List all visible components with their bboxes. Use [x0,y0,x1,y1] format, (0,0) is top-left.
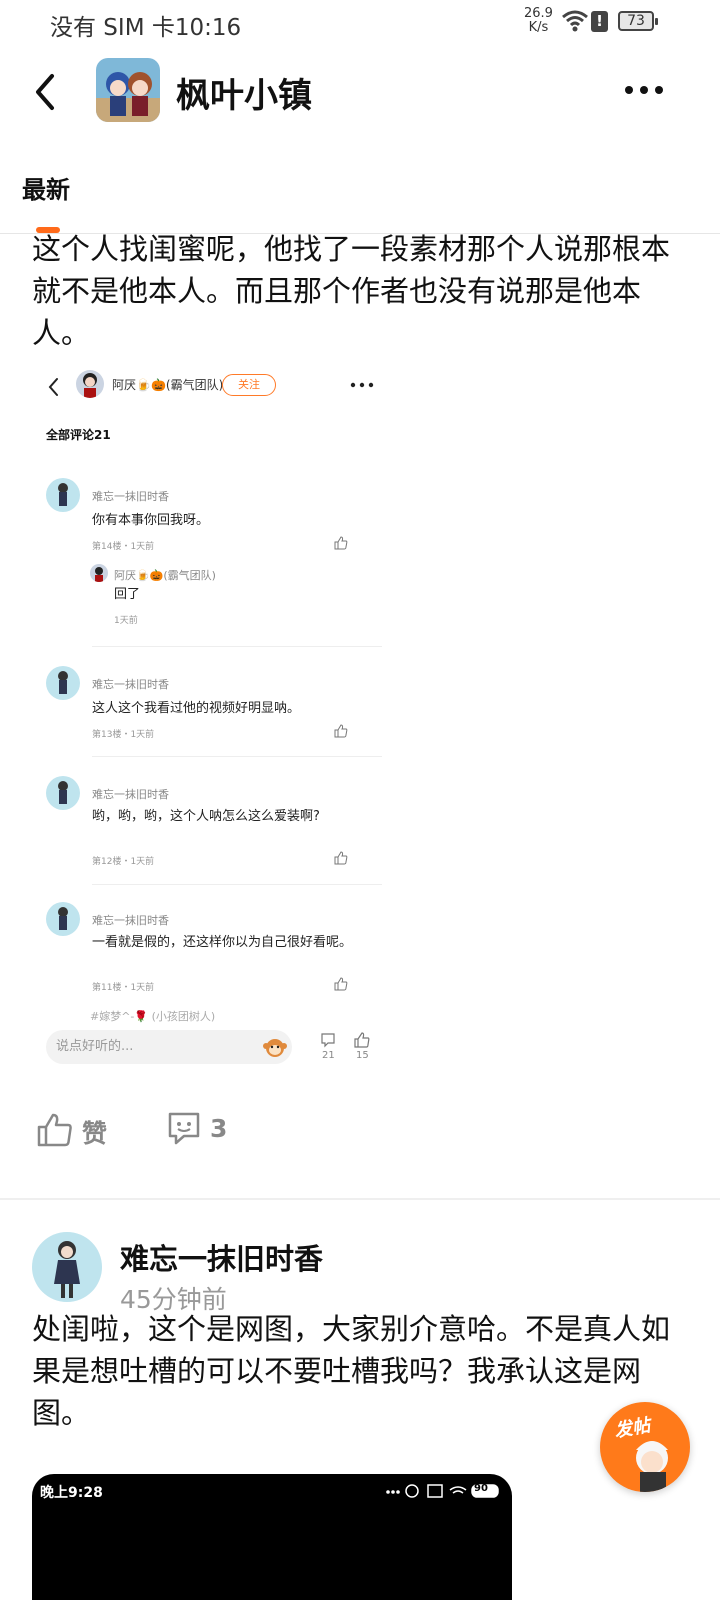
thumb-up-icon [334,851,348,865]
emoji-monkey-icon [263,1039,287,1057]
comment-author: 难忘一抹旧时香 [92,490,169,503]
like-count: 15 [356,1050,369,1061]
post-body-text[interactable]: 这个人找闺蜜呢，他找了一段素材那个人说那根本就不是他本人。而且那个作者也没有说那… [32,228,692,354]
comment-text: 哟，哟，哟，这个人呐怎么这么爱装啊? [92,809,320,824]
divider [92,646,382,647]
community-icon[interactable] [96,58,160,122]
comment-meta: 第12楼・1天前 [92,857,155,867]
thumb-up-icon[interactable] [36,1112,74,1148]
post-image[interactable]: 晚上9:28 90 [32,1474,512,1600]
back-arrow-icon[interactable] [30,72,60,112]
create-post-button[interactable]: 发帖 [600,1402,690,1492]
top-bar: 枫叶小镇 [0,52,720,132]
partial-comment-author: #嫁梦^-🌹 (小孩团树人) [90,1010,216,1023]
comment-icon[interactable] [166,1110,202,1146]
avatar-art-icon [83,373,97,398]
like-button-label[interactable]: 赞 [82,1114,107,1150]
image-battery: 90 [474,1483,488,1494]
comment-text: 这人这个我看过他的视频好明显呐。 [92,701,301,716]
thumb-up-icon [334,977,348,991]
post-body-text[interactable]: 处闺啦，这个是网图，大家别介意哈。不是真人如果是想吐槽的可以不要吐槽我吗？我承认… [32,1308,692,1434]
mascot-icon [636,1441,668,1492]
avatar-art-icon [95,567,103,582]
comment-text: 你有本事你回我呀。 [92,513,210,528]
image-status-time: 晚上9:28 [40,1485,103,1501]
back-arrow-icon [48,378,58,396]
comment-count: 21 [322,1050,335,1061]
comment-author: 难忘一抹旧时香 [92,678,169,691]
reply-text: 回了 [114,587,141,602]
divider [92,884,382,885]
post-author-name: 阿厌🍺🎃(霸气团队) [112,378,224,392]
reply-author: 阿厌🍺🎃(霸气团队) [114,569,216,582]
reply-meta: 1天前 [114,616,138,626]
thumb-up-icon [334,536,348,550]
comment-text: 一看就是假的，还这样你以为自己很好看呢。 [92,935,353,950]
thumb-up-icon [334,724,348,738]
more-options-icon [350,382,374,388]
post-image[interactable]: 阿厌🍺🎃(霸气团队) 关注 全部评论21 难忘一抹旧时香 你有本事你回我呀。 第… [32,360,392,1080]
carrier-time: 没有 SIM 卡10:16 [50,15,242,41]
follow-button: 关注 [222,374,276,396]
alert-icon: ! [591,11,608,32]
thumb-up-icon [354,1032,370,1048]
comment-icon [321,1033,335,1048]
avatar-art-icon [58,907,68,930]
comment-author: 难忘一抹旧时香 [92,788,169,801]
comment-input: 说点好听的... [46,1030,292,1064]
battery-icon: 73 [618,11,658,31]
avatar-art-icon [54,1241,80,1298]
avatar [76,370,104,398]
avatar [46,666,80,700]
community-avatar-art-icon [96,58,160,122]
avatar [90,564,108,582]
status-bar: 没有 SIM 卡10:16 26.9 K/s ! 73 [0,0,720,44]
avatar-art-icon [58,781,68,804]
post-separator [0,1198,720,1200]
post-author-name[interactable]: 难忘一抹旧时香 [120,1236,323,1278]
avatar [46,902,80,936]
comment-meta: 第13楼・1天前 [92,730,155,740]
comment-count[interactable]: 3 [210,1114,227,1143]
comment-meta: 第14楼・1天前 [92,542,155,552]
more-options-icon[interactable] [624,84,664,96]
tab-latest[interactable]: 最新 [22,170,70,205]
network-speed: 26.9 K/s [524,7,553,35]
network-speed-value: 26.9 [524,6,553,21]
all-comments-title: 全部评论21 [46,428,111,442]
divider [92,756,382,757]
avatar-art-icon [58,483,68,506]
avatar-art-icon [58,671,68,694]
avatar[interactable] [32,1232,102,1302]
avatar [46,776,80,810]
network-speed-unit: K/s [528,20,549,35]
avatar [46,478,80,512]
comment-author: 难忘一抹旧时香 [92,914,169,927]
comment-meta: 第11楼・1天前 [92,983,155,993]
community-title: 枫叶小镇 [176,76,312,116]
wifi-icon [562,10,588,32]
